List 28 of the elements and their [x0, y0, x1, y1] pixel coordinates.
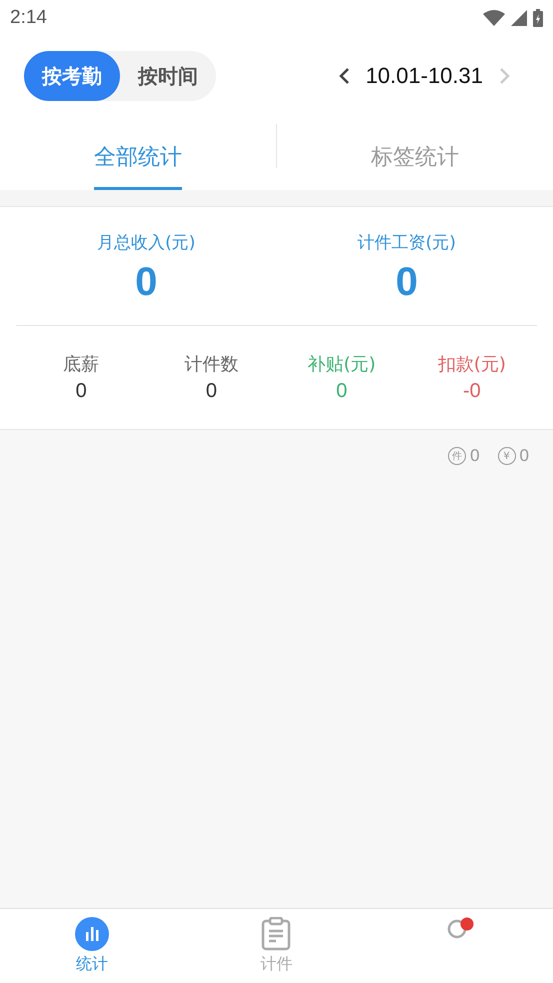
bar-chart-icon — [75, 917, 110, 951]
summary-label: 计件工资(元) — [358, 232, 456, 254]
status-time: 2:14 — [10, 7, 47, 29]
date-range: 10.01-10.31 — [366, 63, 483, 89]
mode-option[interactable]: 按时间 — [120, 51, 216, 101]
detail-label: 底薪 — [63, 353, 100, 376]
detail-value: 0 — [336, 380, 348, 403]
summary-value: 0 — [396, 260, 418, 305]
summary-value: 0 — [135, 260, 158, 305]
detail-value: 0 — [76, 380, 87, 403]
counter-badge: 件 — [448, 447, 466, 465]
counter-badge: ¥ — [498, 447, 516, 465]
detail-label: 扣款(元) — [438, 353, 506, 376]
mode-option[interactable]: 按考勤 — [24, 51, 120, 101]
detail-label: 计件数 — [184, 353, 238, 376]
wifi-icon — [483, 10, 505, 26]
summary-label: 月总收入(元) — [97, 232, 196, 254]
tab[interactable]: 标签统计 — [371, 116, 459, 190]
detail-label: 补贴(元) — [308, 353, 376, 376]
clipboard-icon — [261, 917, 292, 951]
signal-icon — [511, 10, 527, 26]
counter-value: 0 — [520, 446, 529, 466]
battery-icon — [533, 9, 543, 27]
profile-icon — [446, 917, 476, 939]
chevron-left-icon[interactable] — [338, 67, 350, 85]
detail-value: -0 — [462, 380, 481, 403]
counter-value: 0 — [470, 446, 480, 466]
detail-value: 0 — [206, 380, 217, 403]
